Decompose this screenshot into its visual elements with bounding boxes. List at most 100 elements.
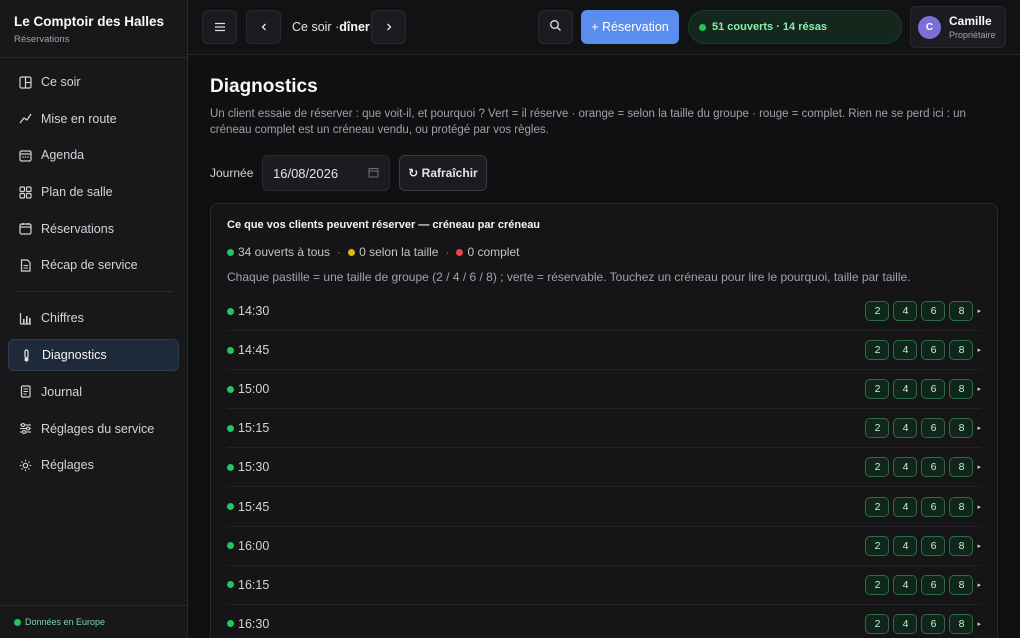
- party-size-chip[interactable]: 6: [921, 301, 946, 322]
- sidebar-item-journal[interactable]: Journal: [8, 376, 179, 408]
- status-dot-icon: [227, 542, 234, 550]
- columns-icon: [18, 75, 32, 89]
- party-size-chip[interactable]: 2: [865, 340, 890, 361]
- party-size-chip[interactable]: 6: [921, 418, 946, 439]
- sidebar-nav: Ce soir Mise en route Agenda Plan de sal…: [0, 58, 187, 481]
- main-content: Diagnostics Un client essaie de réserver…: [210, 56, 1000, 638]
- user-menu[interactable]: C Camille Propriétaire: [910, 6, 1006, 48]
- party-size-chips: 2 4 6 8 ▸: [861, 535, 981, 556]
- party-size-chip[interactable]: 2: [865, 574, 890, 595]
- search-button[interactable]: [538, 10, 573, 44]
- party-size-chip[interactable]: 2: [865, 418, 890, 439]
- party-size-chip[interactable]: 4: [893, 340, 918, 361]
- expand-caret-icon[interactable]: ▸: [977, 385, 981, 393]
- expand-caret-icon[interactable]: ▸: [977, 307, 981, 315]
- sidebar-item-recap-de-service[interactable]: Récap de service: [8, 249, 179, 281]
- expand-caret-icon[interactable]: ▸: [977, 620, 981, 628]
- next-service-button[interactable]: [371, 10, 406, 44]
- slot-time: 15:00: [227, 382, 269, 396]
- sidebar-item-label: Réservations: [41, 221, 114, 236]
- legend-full: 0 complet: [456, 245, 519, 259]
- party-size-chip[interactable]: 6: [921, 613, 946, 634]
- expand-caret-icon[interactable]: ▸: [977, 463, 981, 471]
- party-size-chip[interactable]: 8: [949, 418, 974, 439]
- party-size-chip[interactable]: 6: [921, 457, 946, 478]
- party-size-chip[interactable]: 8: [949, 340, 974, 361]
- party-size-chip[interactable]: 2: [865, 613, 890, 634]
- party-size-chip[interactable]: 4: [893, 613, 918, 634]
- party-size-chip[interactable]: 6: [921, 340, 946, 361]
- expand-caret-icon[interactable]: ▸: [977, 346, 981, 354]
- previous-service-button[interactable]: [246, 10, 281, 44]
- party-size-chip[interactable]: 8: [949, 496, 974, 517]
- refresh-button[interactable]: ↻ Rafraîchir: [399, 155, 487, 191]
- party-size-chip[interactable]: 2: [865, 535, 890, 556]
- party-size-chip[interactable]: 2: [865, 457, 890, 478]
- time-slot-row[interactable]: 14:30 2 4 6 8 ▸: [227, 292, 981, 332]
- expand-caret-icon[interactable]: ▸: [977, 542, 981, 550]
- time-slot-row[interactable]: 16:00 2 4 6 8 ▸: [227, 527, 981, 566]
- party-size-chip[interactable]: 4: [893, 418, 918, 439]
- service-status-badge: 51 couverts · 14 résas: [688, 10, 902, 44]
- party-size-chips: 2 4 6 8 ▸: [861, 574, 981, 595]
- slot-time-label: 15:30: [238, 460, 270, 475]
- calendar-icon: [18, 148, 32, 162]
- sidebar-item-reglages-du-service[interactable]: Réglages du service: [8, 413, 179, 445]
- party-size-chip[interactable]: 4: [893, 535, 918, 556]
- time-slot-row[interactable]: 16:15 2 4 6 8 ▸: [227, 566, 981, 605]
- slot-time: 16:30: [227, 617, 269, 631]
- sidebar-item-ce-soir[interactable]: Ce soir: [8, 66, 179, 98]
- sidebar-divider: [14, 291, 173, 293]
- party-size-chip[interactable]: 6: [921, 535, 946, 556]
- party-size-chip[interactable]: 4: [893, 496, 918, 517]
- party-size-chip[interactable]: 8: [949, 613, 974, 634]
- day-label: Journée: [210, 166, 254, 180]
- status-dot-icon: [227, 503, 234, 511]
- expand-caret-icon[interactable]: ▸: [977, 503, 981, 511]
- sidebar-item-chiffres[interactable]: Chiffres: [8, 302, 179, 334]
- party-size-chip[interactable]: 2: [865, 301, 890, 322]
- expand-caret-icon[interactable]: ▸: [977, 424, 981, 432]
- time-slot-row[interactable]: 16:30 2 4 6 8 ▸: [227, 605, 981, 638]
- party-size-chip[interactable]: 6: [921, 574, 946, 595]
- legend-open: 34 ouverts à tous: [227, 245, 330, 259]
- party-size-chip[interactable]: 4: [893, 301, 918, 322]
- sidebar-item-plan-de-salle[interactable]: Plan de salle: [8, 176, 179, 208]
- time-slot-row[interactable]: 14:45 2 4 6 8 ▸: [227, 331, 981, 371]
- new-reservation-button[interactable]: + Réservation: [581, 10, 679, 44]
- brand-title: Le Comptoir des Halles: [14, 14, 165, 29]
- expand-caret-icon[interactable]: ▸: [977, 581, 981, 589]
- menu-button[interactable]: [202, 10, 237, 44]
- time-slot-row[interactable]: 15:15 2 4 6 8 ▸: [227, 409, 981, 449]
- party-size-chip[interactable]: 4: [893, 379, 918, 400]
- party-size-chip[interactable]: 4: [893, 457, 918, 478]
- party-size-chip[interactable]: 8: [949, 457, 974, 478]
- sidebar-item-reglages[interactable]: Réglages: [8, 449, 179, 481]
- party-size-chip[interactable]: 4: [893, 574, 918, 595]
- date-input[interactable]: 16/08/2026: [262, 155, 390, 191]
- legend-partial: 0 selon la taille: [348, 245, 438, 259]
- calendar-icon: [368, 166, 379, 181]
- sidebar-item-agenda[interactable]: Agenda: [8, 139, 179, 171]
- time-slot-row[interactable]: 15:00 2 4 6 8 ▸: [227, 370, 981, 410]
- time-slot-row[interactable]: 15:45 2 4 6 8 ▸: [227, 487, 981, 527]
- red-dot-icon: [456, 248, 464, 256]
- sidebar-item-reservations[interactable]: Réservations: [8, 213, 179, 245]
- party-size-chip[interactable]: 6: [921, 379, 946, 400]
- sidebar-item-label: Réglages: [41, 458, 94, 473]
- party-size-chip[interactable]: 8: [949, 379, 974, 400]
- party-size-chip[interactable]: 8: [949, 574, 974, 595]
- party-size-chip[interactable]: 2: [865, 496, 890, 517]
- status-dot-icon: [699, 23, 706, 31]
- party-size-chip[interactable]: 8: [949, 301, 974, 322]
- party-size-chip[interactable]: 6: [921, 496, 946, 517]
- time-slot-row[interactable]: 15:30 2 4 6 8 ▸: [227, 448, 981, 488]
- sidebar-item-diagnostics[interactable]: Diagnostics: [8, 339, 179, 372]
- party-size-chip[interactable]: 8: [949, 535, 974, 556]
- party-size-chip[interactable]: 2: [865, 379, 890, 400]
- sidebar-item-mise-en-route[interactable]: Mise en route: [8, 103, 179, 135]
- green-dot-icon: [227, 248, 234, 256]
- date-value: 16/08/2026: [273, 165, 339, 181]
- avatar: C: [918, 15, 941, 39]
- slot-time: 16:15: [227, 578, 269, 592]
